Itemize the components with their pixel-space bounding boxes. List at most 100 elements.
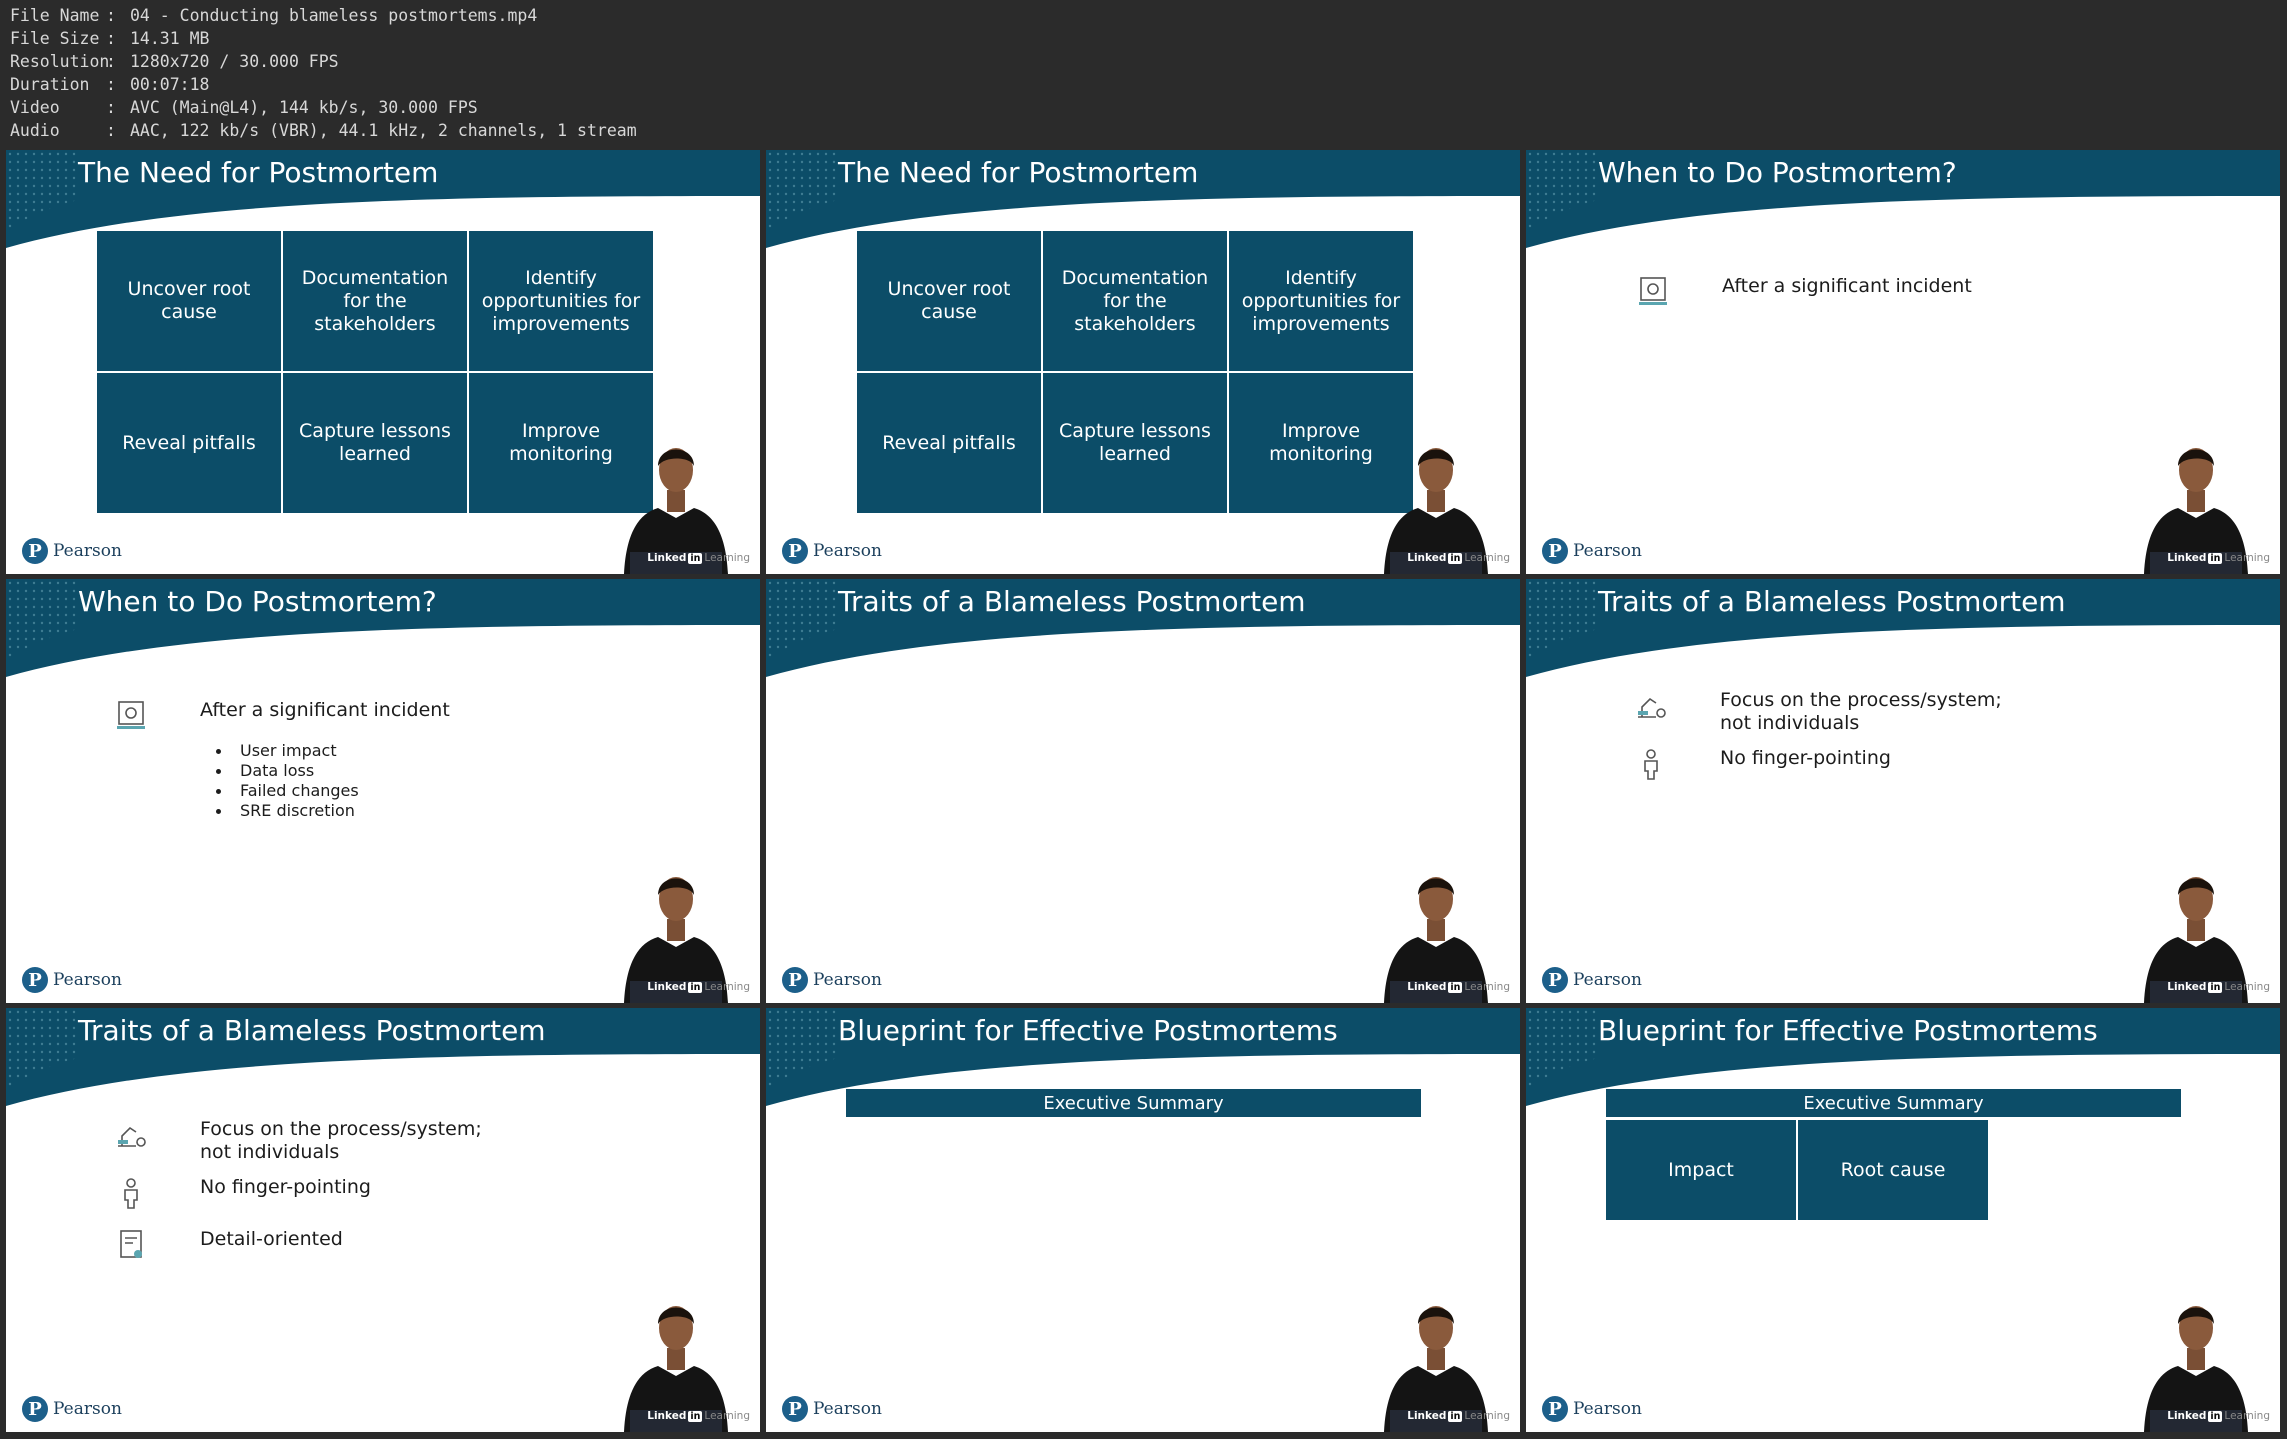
file-info-row: File Size:14.31 MB <box>10 27 637 50</box>
linkedin-suffix: Learning <box>704 1410 750 1422</box>
pearson-p-icon: P <box>1542 538 1568 564</box>
file-info-separator: : <box>106 98 116 117</box>
summary-sub-box: Impact <box>1606 1120 1796 1220</box>
matrix-cell: Uncover root cause <box>97 231 281 371</box>
slide-title: The Need for Postmortem <box>78 156 439 189</box>
pearson-p-icon: P <box>1542 967 1568 993</box>
monitor-icon <box>1639 277 1667 305</box>
linkedin-in-icon: in <box>1448 981 1463 993</box>
slide-title: The Need for Postmortem <box>838 156 1199 189</box>
matrix-cell: Reveal pitfalls <box>97 373 281 513</box>
list-item-text: Focus on the process/system; not individ… <box>1720 689 2002 734</box>
pearson-p-icon: P <box>22 967 48 993</box>
pearson-wordmark: Pearson <box>53 1399 122 1419</box>
file-info-separator: : <box>106 6 116 25</box>
matrix-cell: Reveal pitfalls <box>857 373 1041 513</box>
bullet-item: Data loss <box>216 761 359 781</box>
pearson-wordmark: Pearson <box>813 1399 882 1419</box>
linkedin-learning-watermark: Linked in Learning <box>647 552 750 564</box>
linkedin-suffix: Learning <box>1464 552 1510 564</box>
slide-title: Blueprint for Effective Postmortems <box>1598 1014 2098 1047</box>
linkedin-in-icon: in <box>688 981 703 993</box>
slide-title: Blueprint for Effective Postmortems <box>838 1014 1338 1047</box>
linkedin-suffix: Learning <box>1464 981 1510 993</box>
linkedin-in-icon: in <box>1448 552 1463 564</box>
pearson-logo: P Pearson <box>22 538 122 564</box>
slide-list-item: No finger-pointing <box>114 1176 371 1210</box>
slide-title: Traits of a Blameless Postmortem <box>838 585 1306 618</box>
summary-sub-boxes: Impact Root cause <box>1606 1120 1988 1220</box>
incident-criteria-list: User impact Data loss Failed changes SRE di… <box>216 741 359 821</box>
thumbnail-grid: The Need for Postmortem Uncover root caus… <box>6 150 2280 1432</box>
list-item-text: After a significant incident <box>200 699 450 721</box>
pearson-wordmark: Pearson <box>813 970 882 990</box>
matrix-cell: Documentation for the stakeholders <box>1043 231 1227 371</box>
file-info-key: File Name <box>10 6 100 25</box>
person-icon <box>1644 749 1658 780</box>
matrix-cell: Uncover root cause <box>857 231 1041 371</box>
linkedin-learning-watermark: Linked in Learning <box>2167 981 2270 993</box>
pearson-logo: P Pearson <box>782 967 882 993</box>
file-info-separator: : <box>106 29 116 48</box>
file-info-row: File Name:04 - Conducting blameless post… <box>10 4 637 27</box>
monitor-icon <box>117 701 145 729</box>
linkedin-learning-watermark: Linked in Learning <box>647 981 750 993</box>
linkedin-in-icon: in <box>1448 1410 1463 1422</box>
slide-thumbnail[interactable]: When to Do Postmortem? After a significan… <box>1526 150 2280 574</box>
pearson-logo: P Pearson <box>22 1396 122 1422</box>
linkedin-learning-watermark: Linked in Learning <box>1407 1410 1510 1422</box>
file-info-row: Resolution:1280x720 / 30.000 FPS <box>10 50 637 73</box>
linkedin-learning-watermark: Linked in Learning <box>1407 552 1510 564</box>
slide-title: Traits of a Blameless Postmortem <box>78 1014 546 1047</box>
linkedin-suffix: Learning <box>2224 552 2270 564</box>
slide-list-item: After a significant incident <box>1636 275 1972 309</box>
list-item-text: Focus on the process/system; not individ… <box>200 1118 482 1163</box>
linkedin-prefix: Linked <box>1407 1410 1447 1422</box>
pearson-logo: P Pearson <box>782 1396 882 1422</box>
slide-thumbnail[interactable]: Blueprint for Effective Postmortems Execu… <box>1526 1008 2280 1432</box>
file-info-separator: : <box>106 121 116 140</box>
pearson-p-icon: P <box>1542 1396 1568 1422</box>
file-info-value: 00:07:18 <box>130 75 210 94</box>
linkedin-in-icon: in <box>2208 552 2223 564</box>
matrix-cell: Identify opportunities for improvements <box>469 231 653 371</box>
list-item-text: No finger-pointing <box>1720 747 1891 769</box>
linkedin-prefix: Linked <box>647 981 687 993</box>
slide-thumbnail[interactable]: Blueprint for Effective Postmortems Execu… <box>766 1008 1520 1432</box>
slide-thumbnail[interactable]: The Need for Postmortem Uncover root caus… <box>6 150 760 574</box>
matrix-cell: Identify opportunities for improvements <box>1229 231 1413 371</box>
slide-thumbnail[interactable]: Traits of a Blameless Postmortem Focus on… <box>1526 579 2280 1003</box>
linkedin-in-icon: in <box>688 552 703 564</box>
bullet-item: User impact <box>216 741 359 761</box>
file-info-value: 14.31 MB <box>130 29 210 48</box>
slide-thumbnail[interactable]: The Need for Postmortem Uncover root caus… <box>766 150 1520 574</box>
slide-thumbnail[interactable]: When to Do Postmortem? After a significan… <box>6 579 760 1003</box>
linkedin-prefix: Linked <box>2167 1410 2207 1422</box>
linkedin-prefix: Linked <box>647 1410 687 1422</box>
file-info-key: Resolution <box>10 52 110 71</box>
pearson-p-icon: P <box>22 1396 48 1422</box>
postmortem-needs-matrix: Uncover root cause Documentation for the … <box>97 231 653 513</box>
linkedin-learning-watermark: Linked in Learning <box>2167 1410 2270 1422</box>
bullet-item: Failed changes <box>216 781 359 801</box>
list-item-text: No finger-pointing <box>200 1176 371 1198</box>
file-info-key: File Size <box>10 29 100 48</box>
pearson-logo: P Pearson <box>1542 1396 1642 1422</box>
file-info-separator: : <box>106 75 116 94</box>
file-info-value: 1280x720 / 30.000 FPS <box>130 52 339 71</box>
matrix-cell: Capture lessons learned <box>283 373 467 513</box>
file-info-key: Audio <box>10 121 60 140</box>
linkedin-suffix: Learning <box>704 981 750 993</box>
linkedin-prefix: Linked <box>1407 981 1447 993</box>
list-item-text: Detail-oriented <box>200 1228 343 1250</box>
matrix-cell: Capture lessons learned <box>1043 373 1227 513</box>
file-info-row: Audio: AAC, 122 kb/s (VBR), 44.1 kHz, 2 c… <box>10 119 637 142</box>
slide-thumbnail[interactable]: Traits of a Blameless Postmortem Focus on… <box>6 1008 760 1432</box>
pearson-p-icon: P <box>22 538 48 564</box>
file-info-value: AAC, 122 kb/s (VBR), 44.1 kHz, 2 channel… <box>130 121 637 140</box>
bullet-item: SRE discretion <box>216 801 359 821</box>
slide-thumbnail[interactable]: Traits of a Blameless Postmortem P Pearson… <box>766 579 1520 1003</box>
linkedin-prefix: Linked <box>647 552 687 564</box>
executive-summary-box: Executive Summary <box>846 1089 1421 1117</box>
linkedin-suffix: Learning <box>2224 1410 2270 1422</box>
